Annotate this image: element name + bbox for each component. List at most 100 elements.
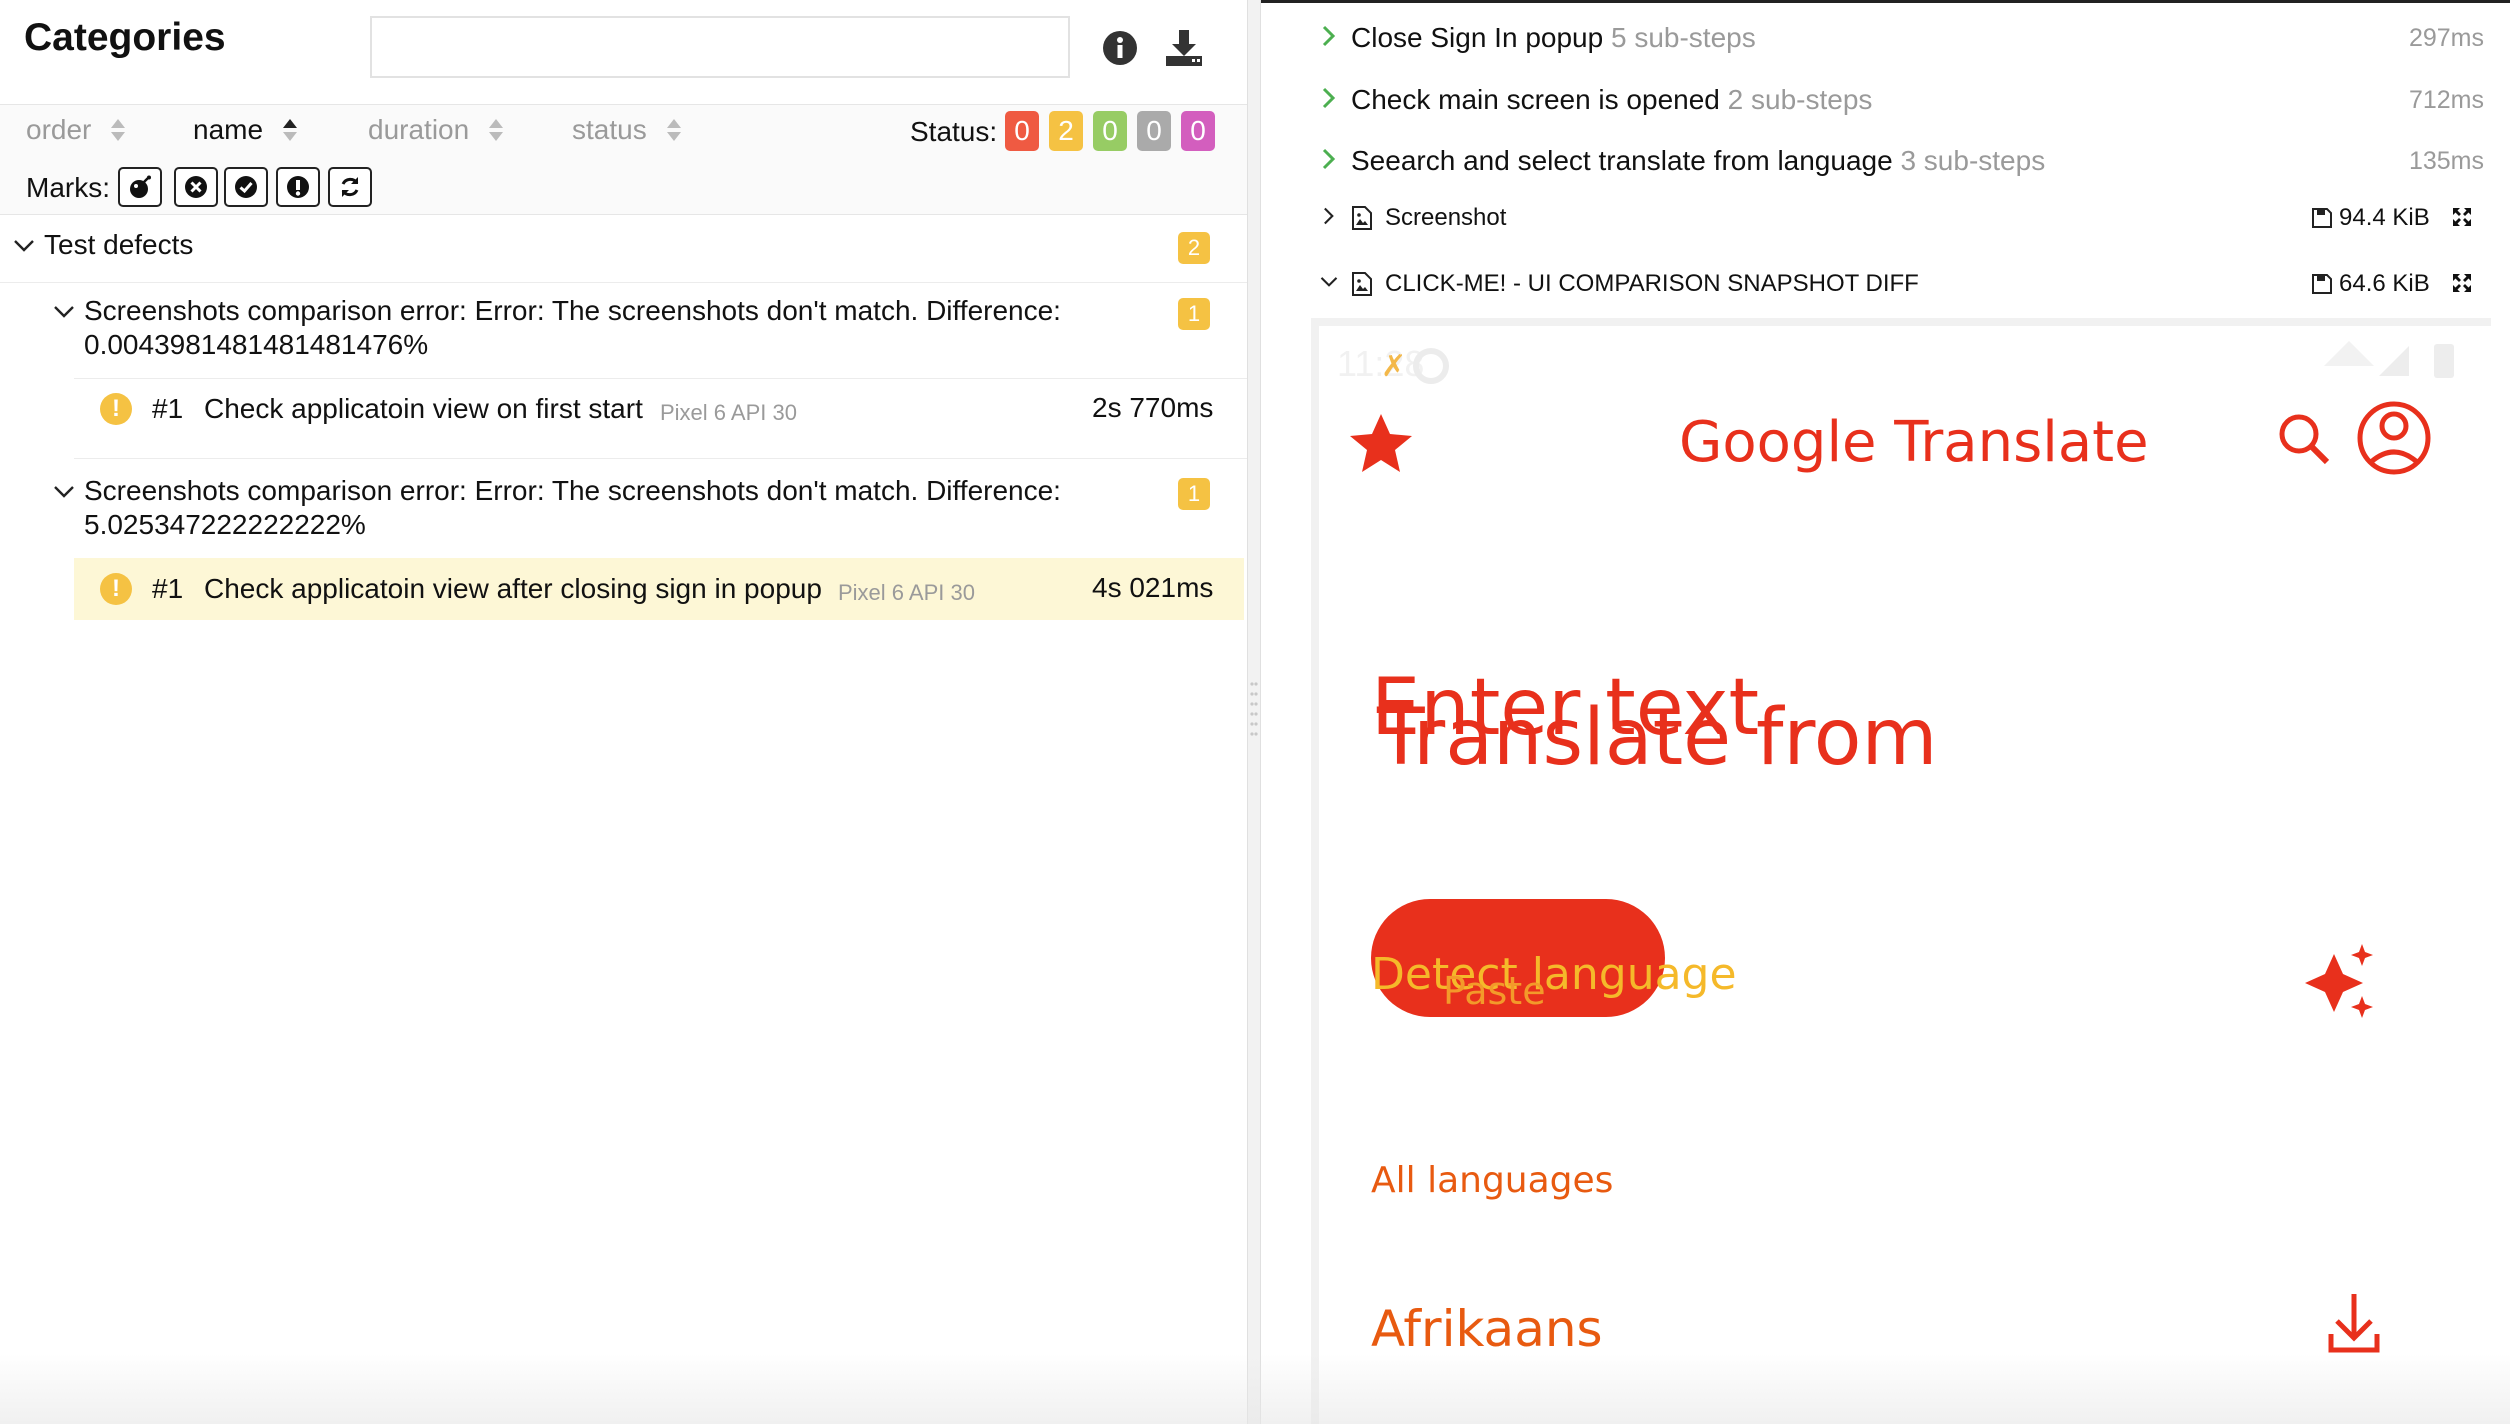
- chevron-down-icon[interactable]: [52, 480, 76, 504]
- star-icon: [1350, 414, 1412, 472]
- chevron-right-icon[interactable]: [1319, 206, 1339, 226]
- step-name: Check main screen is opened: [1351, 84, 1720, 115]
- attachment-size-text: 94.4 KiB: [2339, 204, 2430, 231]
- marks-label: Marks:: [26, 172, 110, 203]
- status-filter-label: Status:: [910, 116, 998, 147]
- chevron-right-icon[interactable]: [1317, 147, 1341, 171]
- snapshot-button-b: Paste: [1443, 969, 1546, 1013]
- test-index: #1: [152, 573, 184, 604]
- save-icon: [2312, 274, 2332, 294]
- step-select-language[interactable]: Seearch and select translate from langua…: [1351, 145, 2045, 177]
- chevron-down-icon[interactable]: [12, 234, 36, 258]
- status-passed-toggle[interactable]: 0: [1093, 111, 1127, 151]
- page-title: Categories: [24, 16, 226, 59]
- category-count-badge: 2: [1178, 232, 1210, 264]
- sort-status-label: status: [572, 114, 647, 145]
- chevron-down-icon[interactable]: [52, 300, 76, 324]
- attachment-size-text: 64.6 KiB: [2339, 270, 2430, 297]
- info-icon[interactable]: [1098, 26, 1142, 70]
- sort-status[interactable]: status: [572, 114, 683, 146]
- snapshot-headline-b: Translate from: [1376, 693, 1937, 783]
- step-substeps: 2 sub-steps: [1727, 84, 1873, 115]
- step-close-sign-in[interactable]: Close Sign In popup 5 sub-steps: [1351, 22, 1756, 54]
- bottom-shadow: [0, 1354, 2510, 1424]
- snapshot-diff-canvas: 11:28 ✗ Google Translate Enter text Tran…: [1337, 341, 2454, 1358]
- status-broken-toggle[interactable]: 2: [1049, 111, 1083, 151]
- save-icon: [2312, 208, 2332, 228]
- sort-icon: [666, 119, 681, 141]
- allure-report: Categories order name duration status St…: [0, 0, 2510, 1424]
- image-file-icon: [1352, 206, 1372, 230]
- status-skipped-toggle[interactable]: 0: [1137, 111, 1171, 151]
- splitter-grip-icon[interactable]: [1250, 680, 1258, 744]
- snapshot-app-title: Google Translate: [1679, 410, 2149, 475]
- category-test-defects[interactable]: Test defects: [44, 228, 193, 262]
- image-file-icon: [1352, 272, 1372, 296]
- chevron-right-icon[interactable]: [1317, 24, 1341, 48]
- check-circle-icon: [235, 176, 257, 198]
- step-name: Seearch and select translate from langua…: [1351, 145, 1893, 176]
- mark-new-failed-toggle[interactable]: [174, 167, 218, 207]
- download-icon[interactable]: [1162, 26, 1206, 70]
- times-circle-icon: [185, 176, 207, 198]
- exclamation-circle-icon: [287, 176, 309, 198]
- refresh-icon: [341, 177, 359, 197]
- sort-order[interactable]: order: [26, 114, 127, 146]
- step-duration: 712ms: [2408, 86, 2484, 114]
- sort-icon: [283, 119, 298, 141]
- defect-count-badge: 1: [1178, 478, 1210, 510]
- download-icon: [2328, 1294, 2380, 1353]
- step-check-main-screen[interactable]: Check main screen is opened 2 sub-steps: [1351, 84, 1872, 116]
- test-name: Check applicatoin view on first start: [204, 393, 643, 424]
- defect-difference-1: 0.0043981481481481476%: [84, 329, 429, 360]
- chevron-down-icon[interactable]: [1319, 272, 1339, 292]
- snapshot-button-a: Detect language: [1371, 949, 1737, 1000]
- snapshot-time-diff: ✗: [1381, 350, 1406, 383]
- snapshot-diff-image[interactable]: 11:28 ✗ Google Translate Enter text Tran…: [1311, 318, 2491, 1424]
- status-failed-toggle[interactable]: 0: [1005, 111, 1039, 151]
- categories-pane: Categories order name duration status St…: [0, 0, 1247, 1424]
- test-device-tag: Pixel 6 API 30: [838, 580, 975, 605]
- test-duration: 4s 021ms: [1092, 572, 1214, 603]
- status-unknown-toggle[interactable]: 0: [1181, 111, 1215, 151]
- attachment-name: Screenshot: [1385, 204, 1507, 231]
- attachment-size: 94.4 KiB: [2311, 204, 2430, 232]
- mark-retries-toggle[interactable]: [328, 167, 372, 207]
- mark-new-passed-toggle[interactable]: [224, 167, 268, 207]
- step-duration: 135ms: [2408, 147, 2484, 175]
- mark-flaky-toggle[interactable]: [118, 167, 162, 207]
- expand-icon[interactable]: [2451, 206, 2473, 228]
- chevron-right-icon[interactable]: [1317, 86, 1341, 110]
- attachment-screenshot[interactable]: Screenshot: [1351, 204, 1506, 232]
- broken-status-icon: !: [100, 573, 132, 605]
- categories-header: Categories: [0, 0, 1247, 105]
- step-substeps: 3 sub-steps: [1900, 145, 2046, 176]
- sort-icon: [111, 119, 126, 141]
- snapshot-language: Afrikaans: [1371, 1300, 1603, 1358]
- attachment-size: 64.6 KiB: [2311, 270, 2430, 298]
- sort-order-label: order: [26, 114, 92, 145]
- defect-message-2[interactable]: Screenshots comparison error: Error: The…: [84, 474, 1061, 508]
- test-index: #1: [152, 393, 184, 424]
- bomb-icon: [130, 175, 151, 198]
- step-duration: 297ms: [2408, 24, 2484, 52]
- account-icon: [2357, 401, 2431, 475]
- test-name: Check applicatoin view after closing sig…: [204, 573, 822, 604]
- search-input[interactable]: [370, 16, 1070, 78]
- attachment-name: CLICK-ME! - UI COMPARISON SNAPSHOT DIFF: [1385, 270, 1919, 297]
- test-device-tag: Pixel 6 API 30: [660, 400, 797, 425]
- defect-message-1[interactable]: Screenshots comparison error: Error: The…: [84, 294, 1061, 328]
- broken-status-icon: !: [100, 393, 132, 425]
- sort-icon: [489, 119, 504, 141]
- defect-difference-2: 5.025347222222222%: [84, 509, 366, 540]
- attachment-diff[interactable]: CLICK-ME! - UI COMPARISON SNAPSHOT DIFF: [1351, 270, 1919, 298]
- expand-icon[interactable]: [2451, 272, 2473, 294]
- sort-name[interactable]: name: [193, 114, 299, 146]
- sort-duration[interactable]: duration: [368, 114, 505, 146]
- mark-new-broken-toggle[interactable]: [276, 167, 320, 207]
- test-details-pane: Close Sign In popup 5 sub-steps 297ms Ch…: [1261, 0, 2510, 1424]
- snapshot-section: All languages: [1371, 1160, 1613, 1201]
- sort-duration-label: duration: [368, 114, 470, 145]
- step-substeps: 5 sub-steps: [1610, 22, 1756, 53]
- step-name: Close Sign In popup: [1351, 22, 1604, 53]
